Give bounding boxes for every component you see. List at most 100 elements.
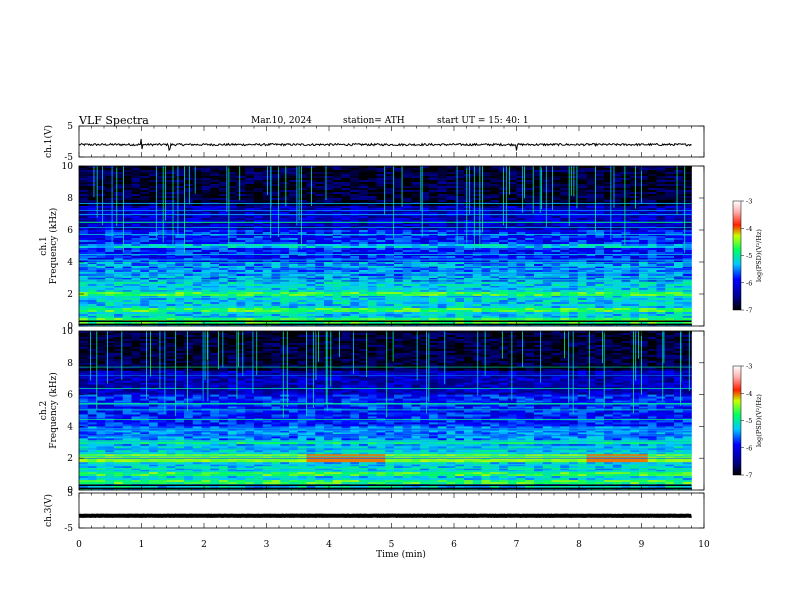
spec-cell <box>157 244 167 247</box>
spec-cell <box>490 174 500 177</box>
spec-cell <box>341 262 351 265</box>
spec-cell <box>385 172 395 175</box>
spec-cell <box>289 248 299 251</box>
spec-cell <box>87 170 97 173</box>
spec-cell <box>612 216 622 219</box>
spec-cell <box>131 262 141 265</box>
spec-cell <box>472 250 482 253</box>
spec-cell <box>114 226 124 229</box>
spec-cell <box>411 256 421 259</box>
spec-cell <box>507 240 517 243</box>
spec-cell <box>105 180 115 183</box>
spec-cell <box>79 246 89 249</box>
spec-cell <box>166 176 176 179</box>
spec-cell <box>534 242 544 245</box>
spec-cell <box>87 298 97 301</box>
spec-cell <box>219 242 229 245</box>
spec-cell <box>402 218 412 221</box>
spec-cell <box>682 248 692 251</box>
spec-cell <box>455 196 465 199</box>
spec-cell <box>507 180 517 183</box>
spec-cell <box>569 238 579 241</box>
spec-cell <box>184 196 194 199</box>
spec-cell <box>201 186 211 189</box>
spec-cell <box>516 206 526 209</box>
spec-cell <box>271 208 281 211</box>
spec-cell <box>236 216 246 219</box>
spec-cell <box>586 194 596 197</box>
spec-cell <box>656 270 666 273</box>
spec-cell <box>315 270 325 273</box>
spec-cell <box>157 238 167 241</box>
spec-cell <box>411 246 421 249</box>
spec-cell <box>429 206 439 209</box>
spec-cell <box>105 188 115 191</box>
spec-cell <box>280 206 290 209</box>
spec-cell <box>499 294 509 297</box>
spec-cell <box>157 292 167 295</box>
spec-cell <box>289 252 299 255</box>
spec-cell <box>359 194 369 197</box>
spec-cell <box>131 264 141 267</box>
spec-cell <box>254 294 264 297</box>
spec-cell <box>131 246 141 249</box>
spec-cell <box>236 304 246 307</box>
spec-cell <box>429 304 439 307</box>
spec-cell <box>175 168 185 171</box>
spec-cell <box>621 228 631 231</box>
spec-cell <box>385 204 395 207</box>
spec-cell <box>245 294 255 297</box>
spec-cell <box>87 252 97 255</box>
spec-cell <box>140 174 150 177</box>
spec-cell <box>534 270 544 273</box>
spec-cell <box>149 304 159 307</box>
spec-cell <box>341 288 351 291</box>
spec-cell <box>682 246 692 249</box>
spec-cell <box>131 238 141 241</box>
spec-cell <box>490 298 500 301</box>
spec-cell <box>569 248 579 251</box>
spec-cell <box>96 300 106 303</box>
spec-cell <box>131 230 141 233</box>
spec-cell <box>210 256 220 259</box>
spec-cell <box>254 248 264 251</box>
spec-cell <box>464 212 474 215</box>
spec-cell <box>420 182 430 185</box>
spec-cell <box>210 304 220 307</box>
spec-cell <box>639 228 649 231</box>
spec-cell <box>665 242 675 245</box>
spec-cell <box>157 294 167 297</box>
spec-cell <box>446 302 456 305</box>
spec-cell <box>420 216 430 219</box>
spec-cell <box>201 248 211 251</box>
spec-cell <box>201 182 211 185</box>
spec-cell <box>271 178 281 181</box>
spec-cell <box>682 178 692 181</box>
spec-cell <box>192 190 202 193</box>
spec-cell <box>341 172 351 175</box>
spec-cell <box>122 246 132 249</box>
spec-cell <box>236 294 246 297</box>
spec-cell <box>665 240 675 243</box>
spec-cell <box>219 250 229 253</box>
spec-cell <box>271 270 281 273</box>
spec-cell <box>665 250 675 253</box>
spec-cell <box>499 300 509 303</box>
spec-cell <box>420 294 430 297</box>
spec-cell <box>481 262 491 265</box>
spec-cell <box>315 174 325 177</box>
spec-cell <box>131 282 141 285</box>
spec-cell <box>87 274 97 277</box>
spec-cell <box>612 250 622 253</box>
spec-cell <box>656 230 666 233</box>
spec-cell <box>105 184 115 187</box>
spec-cell <box>367 250 377 253</box>
spec-cell <box>446 304 456 307</box>
spec-cell <box>411 180 421 183</box>
spec-cell <box>96 230 106 233</box>
spec-cell <box>131 242 141 245</box>
spec-cell <box>446 282 456 285</box>
spec-cell <box>210 240 220 243</box>
spec-cell <box>551 226 561 229</box>
spec-cell <box>656 190 666 193</box>
